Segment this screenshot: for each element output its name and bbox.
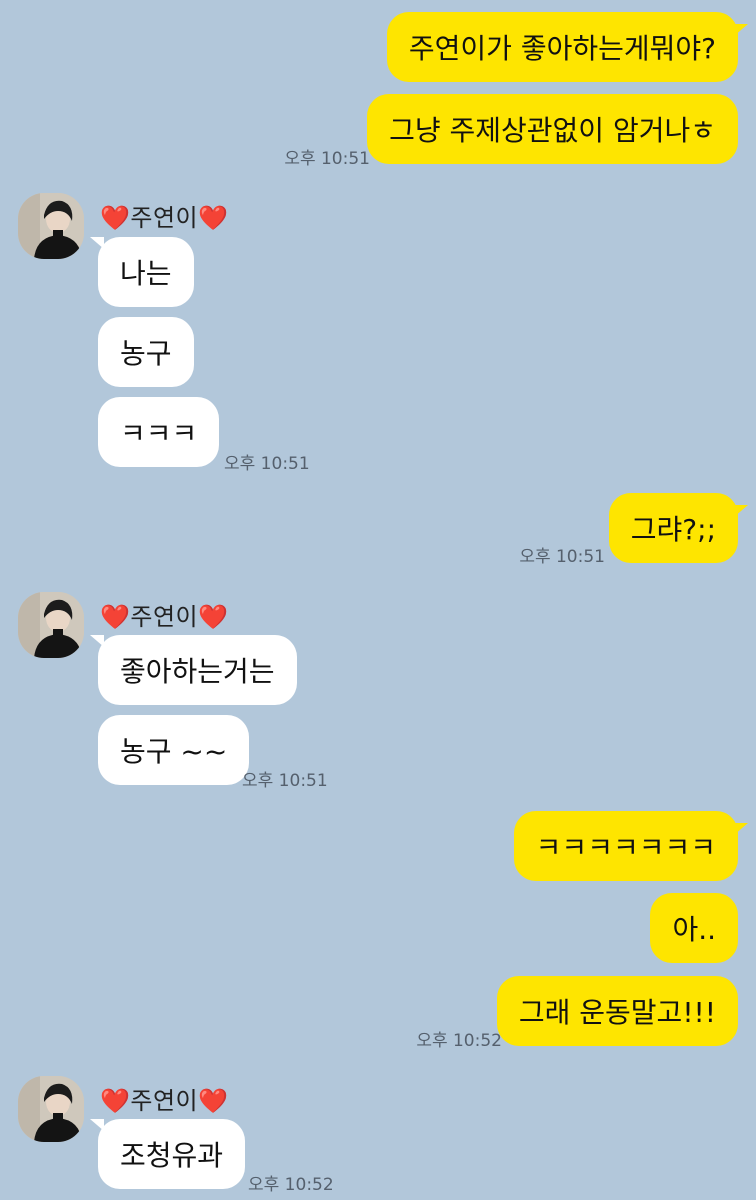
my-bubble-tail (734, 823, 748, 835)
my-message-bubble[interactable]: ㅋㅋㅋㅋㅋㅋㅋ (513, 811, 738, 881)
contact-name-label: ❤️주연이❤️ (100, 597, 229, 632)
my-bubble-tail (734, 24, 748, 36)
heart-icon: ❤️ (100, 603, 131, 631)
their-bubble-tail (90, 1119, 104, 1131)
heart-icon: ❤️ (100, 204, 131, 232)
contact-name: 주연이 (130, 1087, 199, 1115)
my-message-bubble[interactable]: 아.. (650, 893, 738, 963)
message-timestamp: 오후 10:52 (416, 1031, 502, 1051)
their-bubble-tail (90, 635, 104, 647)
my-bubble-tail (734, 505, 748, 517)
my-message-bubble[interactable]: 그래 운동말고!!! (496, 976, 738, 1046)
heart-icon: ❤️ (198, 204, 229, 232)
contact-name-label: ❤️주연이❤️ (100, 198, 229, 233)
their-message-bubble[interactable]: 나는 (98, 237, 194, 307)
my-message-bubble[interactable]: 그냥 주제상관없이 암거나ㅎ (367, 94, 738, 164)
heart-icon: ❤️ (100, 1087, 131, 1115)
their-message-bubble[interactable]: 좋아하는거는 (98, 635, 297, 705)
contact-avatar[interactable] (18, 193, 84, 259)
heart-icon: ❤️ (198, 1087, 229, 1115)
their-message-bubble[interactable]: ㅋㅋㅋ (98, 397, 220, 467)
contact-name: 주연이 (130, 603, 199, 631)
message-timestamp: 오후 10:51 (242, 771, 328, 791)
my-message-bubble[interactable]: 그랴?;; (608, 493, 738, 563)
contact-avatar[interactable] (18, 1076, 84, 1142)
message-timestamp: 오후 10:51 (519, 547, 605, 567)
their-message-bubble[interactable]: 농구 (98, 317, 194, 387)
message-timestamp: 오후 10:52 (248, 1175, 334, 1195)
their-message-bubble[interactable]: 농구 ~~ (98, 715, 250, 785)
their-bubble-tail (90, 237, 104, 249)
their-message-bubble[interactable]: 조청유과 (98, 1119, 246, 1189)
contact-name: 주연이 (130, 204, 199, 232)
my-message-bubble[interactable]: 주연이가 좋아하는게뭐야? (386, 12, 738, 82)
contact-avatar[interactable] (18, 592, 84, 658)
message-timestamp: 오후 10:51 (224, 454, 310, 474)
avatar-photo-icon (18, 592, 84, 658)
heart-icon: ❤️ (198, 603, 229, 631)
avatar-photo-icon (18, 1076, 84, 1142)
contact-name-label: ❤️주연이❤️ (100, 1081, 229, 1116)
avatar-photo-icon (18, 193, 84, 259)
message-timestamp: 오후 10:51 (284, 149, 370, 169)
